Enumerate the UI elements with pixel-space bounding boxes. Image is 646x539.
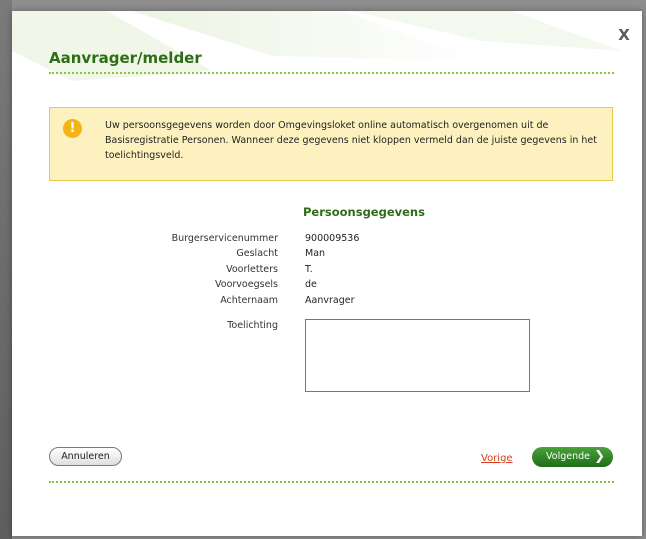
label-geslacht: Geslacht bbox=[236, 248, 278, 259]
label-voorvoegsels: Voorvoegsels bbox=[215, 279, 278, 290]
exclamation-icon: ! bbox=[63, 119, 82, 138]
notice-text: Uw persoonsgegevens worden door Omgeving… bbox=[105, 120, 597, 161]
dialog: X Aanvrager/melder ! Uw persoonsgegevens… bbox=[12, 11, 642, 536]
value-voorletters: T. bbox=[305, 264, 313, 275]
next-button-label: Volgende bbox=[546, 451, 590, 462]
label-toelichting: Toelichting bbox=[227, 320, 278, 331]
label-voorletters: Voorletters bbox=[226, 264, 278, 275]
previous-link[interactable]: Vorige bbox=[481, 453, 513, 464]
toelichting-textarea[interactable] bbox=[305, 319, 530, 392]
value-geslacht: Man bbox=[305, 248, 326, 259]
background-page bbox=[0, 0, 12, 539]
title-divider bbox=[49, 72, 614, 74]
label-burgerservicenummer: Burgerservicenummer bbox=[171, 233, 278, 244]
cancel-button[interactable]: Annuleren bbox=[49, 447, 122, 466]
dialog-title: Aanvrager/melder bbox=[49, 49, 202, 67]
section-title: Persoonsgegevens bbox=[303, 205, 425, 219]
footer-divider bbox=[49, 481, 614, 483]
value-burgerservicenummer: 900009536 bbox=[305, 233, 360, 244]
value-achternaam: Aanvrager bbox=[305, 295, 355, 306]
info-notice: ! Uw persoonsgegevens worden door Omgevi… bbox=[49, 107, 613, 181]
chevron-right-icon: ❯ bbox=[594, 449, 605, 464]
value-voorvoegsels: de bbox=[305, 279, 317, 290]
next-button[interactable]: Volgende ❯ bbox=[532, 447, 613, 467]
label-achternaam: Achternaam bbox=[220, 295, 278, 306]
close-button[interactable]: X bbox=[614, 25, 634, 45]
